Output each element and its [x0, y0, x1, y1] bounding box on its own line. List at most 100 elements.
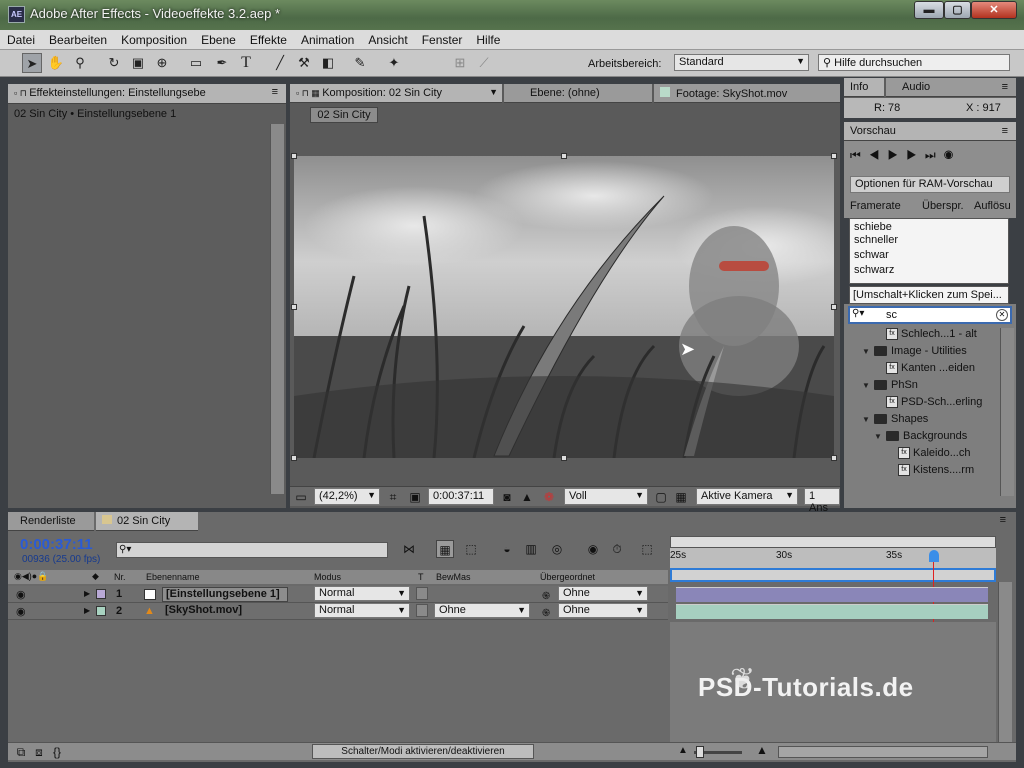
layer-name[interactable]: [SkyShot.mov] — [162, 604, 245, 619]
scrollbar[interactable] — [270, 124, 284, 494]
disclosure-triangle-icon[interactable]: ▼ — [862, 381, 874, 390]
timeline-layer-row[interactable]: ◉ ▶ 1 [Einstellungsebene 1] Normal ▼ ֍ Ohne ▼ — [8, 586, 668, 603]
menu-hilfe[interactable]: Hilfe — [469, 30, 507, 47]
effects-tree-item[interactable]: fx Kaleido...ch — [844, 447, 1000, 464]
horizontal-scrollbar[interactable] — [778, 746, 988, 758]
effects-tree-item[interactable]: fx Kistens....rm — [844, 464, 1000, 481]
effects-tree-item[interactable]: ▼ Image - Utilities — [844, 345, 1000, 362]
timeline-search-input[interactable]: ⚲▾ — [116, 542, 388, 558]
time-ruler[interactable]: 25s 30s 35s — [670, 548, 996, 568]
channel-icon[interactable]: ❁ — [540, 488, 558, 506]
roto-brush-tool-icon[interactable]: ✎ — [350, 53, 370, 73]
scrollbar[interactable] — [1000, 328, 1014, 496]
workspace-dropdown[interactable]: Standard ▼ — [674, 54, 809, 71]
track-matte-dropdown[interactable]: Ohne ▼ — [434, 603, 530, 618]
effects-tree-item[interactable]: fx PSD-Sch...erling — [844, 396, 1000, 413]
region-of-interest-icon[interactable]: ▢ — [652, 488, 670, 506]
layer-name[interactable]: [Einstellungsebene 1] — [162, 587, 288, 602]
pickwhip-icon[interactable]: ֍ — [542, 588, 550, 602]
pickwhip-icon[interactable]: ֍ — [542, 605, 550, 619]
menu-ansicht[interactable]: Ansicht — [361, 30, 414, 47]
selection-tool-icon[interactable]: ➤ — [22, 53, 42, 73]
disclosure-triangle-icon[interactable]: ▶ — [84, 606, 90, 615]
current-time[interactable]: 0:00:37:11 — [428, 488, 494, 505]
autocomplete-item[interactable]: schneller — [850, 234, 1008, 249]
views-dropdown[interactable]: 1 Ans — [804, 488, 840, 514]
timeline-layer-row[interactable]: ◉ ▶ 2 ▲ [SkyShot.mov] Normal ▼ Ohne ▼ ֍ Ohne ▼ — [8, 603, 668, 620]
always-preview-icon[interactable]: ▭ — [292, 488, 310, 506]
zoom-in-icon[interactable]: ▲ — [756, 743, 768, 757]
col-layer-name[interactable]: Ebenenname — [146, 572, 200, 582]
comp-mini-flowchart-icon[interactable]: ⋈ — [400, 540, 418, 558]
minimize-button[interactable]: ▬ — [914, 1, 944, 19]
panel-menu-icon[interactable]: ≡ — [1002, 125, 1008, 137]
label-color-swatch[interactable] — [96, 606, 106, 616]
zoom-out-icon[interactable]: ▲ — [678, 745, 688, 756]
tab-footage[interactable]: Footage: SkyShot.mov — [654, 84, 840, 103]
tab-timeline-comp[interactable]: 02 Sin City — [96, 512, 198, 531]
brainstorm-icon[interactable]: ◉ — [584, 540, 602, 558]
clear-search-icon[interactable]: ✕ — [996, 309, 1008, 321]
timeline-timecode[interactable]: 0:00:37:11 — [20, 536, 93, 553]
autocomplete-item[interactable]: schwar — [850, 249, 1008, 264]
panel-menu-icon[interactable]: ≡ — [1000, 514, 1006, 526]
effects-search-input[interactable]: ⚲▾ sc ✕ — [848, 306, 1012, 324]
panel-menu-icon[interactable]: ≡ — [272, 86, 278, 98]
label-color-swatch[interactable] — [96, 589, 106, 599]
effects-tree-item[interactable]: fx Schlech...1 - alt — [844, 328, 1000, 345]
comp-breadcrumb[interactable]: 02 Sin City — [310, 107, 378, 123]
rectangle-tool-icon[interactable]: ▭ — [186, 53, 206, 73]
ram-preview-options[interactable]: Optionen für RAM-Vorschau — [850, 176, 1010, 193]
layer-duration-bar[interactable] — [676, 587, 988, 602]
layer-duration-bar[interactable] — [676, 604, 988, 619]
help-search-input[interactable]: ⚲ Hilfe durchsuchen — [818, 54, 1010, 71]
snapshot-icon[interactable]: ◙ — [498, 488, 516, 506]
playhead-handle[interactable] — [929, 550, 939, 562]
menu-effekte[interactable]: Effekte — [243, 30, 294, 47]
draft-3d-icon[interactable]: ⬚ — [462, 540, 480, 558]
transparency-grid-icon[interactable]: ▦ — [672, 488, 690, 506]
tab-preview[interactable]: Vorschau ≡ — [844, 122, 1016, 141]
effects-tree-item[interactable]: ▼ PhSn — [844, 379, 1000, 396]
preview-controls[interactable]: ⏮◀▶▶⏭◉ — [850, 148, 961, 163]
effects-tree-item[interactable]: fx Kanten ...eiden — [844, 362, 1000, 379]
autocomplete-item[interactable]: schwarz — [850, 264, 1008, 279]
snap-icon[interactable]: ⟋ — [474, 53, 494, 73]
eraser-tool-icon[interactable]: ◧ — [318, 53, 338, 73]
mask-visibility-icon[interactable]: ▣ — [406, 488, 424, 506]
live-update-icon[interactable]: ▦ — [436, 540, 454, 558]
pen-tool-icon[interactable]: ✒ — [212, 53, 232, 73]
expand-inout-icon[interactable]: {} — [48, 743, 66, 761]
tab-audio[interactable]: Audio ≡ — [886, 78, 1016, 97]
graph-editor-icon[interactable]: ⬚ — [638, 540, 656, 558]
tab-layer[interactable]: Ebene: (ohne) — [504, 84, 652, 103]
tab-render-queue[interactable]: Renderliste — [8, 512, 94, 531]
axis-mode-icon[interactable]: ⊞ — [450, 53, 470, 73]
safe-zones-icon[interactable]: ⌗ — [384, 488, 402, 506]
camera-dropdown[interactable]: Aktive Kamera ▼ — [696, 488, 798, 505]
disclosure-triangle-icon[interactable]: ▼ — [874, 432, 886, 441]
work-area-bar[interactable] — [670, 536, 996, 548]
text-tool-icon[interactable]: T — [236, 53, 256, 73]
parent-dropdown[interactable]: Ohne ▼ — [558, 586, 648, 601]
effect-controls-tab[interactable]: ▫ ⊓ Effekteinstellungen: Einstellungsebe… — [8, 84, 286, 104]
effects-tree-item[interactable]: ▼ Backgrounds — [844, 430, 1000, 447]
expand-switches-icon[interactable]: ⧉ — [12, 743, 30, 761]
scrollbar[interactable] — [998, 582, 1012, 742]
panel-menu-icon[interactable]: ≡ — [1002, 81, 1008, 93]
camera-tool-icon[interactable]: ▣ — [128, 53, 148, 73]
pan-behind-tool-icon[interactable]: ⊕ — [152, 53, 172, 73]
frame-blending-icon[interactable]: ▥ — [522, 540, 540, 558]
eye-icon[interactable]: ◉ — [16, 605, 26, 618]
close-button[interactable]: ✕ — [971, 1, 1017, 19]
preserve-transparency-toggle[interactable] — [416, 604, 428, 617]
blend-mode-dropdown[interactable]: Normal ▼ — [314, 603, 410, 618]
show-snapshot-icon[interactable]: ▲ — [518, 488, 536, 506]
blend-mode-dropdown[interactable]: Normal ▼ — [314, 586, 410, 601]
preserve-transparency-toggle[interactable] — [416, 587, 428, 600]
clone-stamp-tool-icon[interactable]: ⚒ — [294, 53, 314, 73]
menu-komposition[interactable]: Komposition — [114, 30, 194, 47]
toggle-switches-modes-button[interactable]: Schalter/Modi aktivieren/deaktivieren — [312, 744, 534, 759]
maximize-button[interactable]: ▢ — [944, 1, 971, 19]
autocomplete-item[interactable]: schiebe — [850, 219, 1008, 234]
